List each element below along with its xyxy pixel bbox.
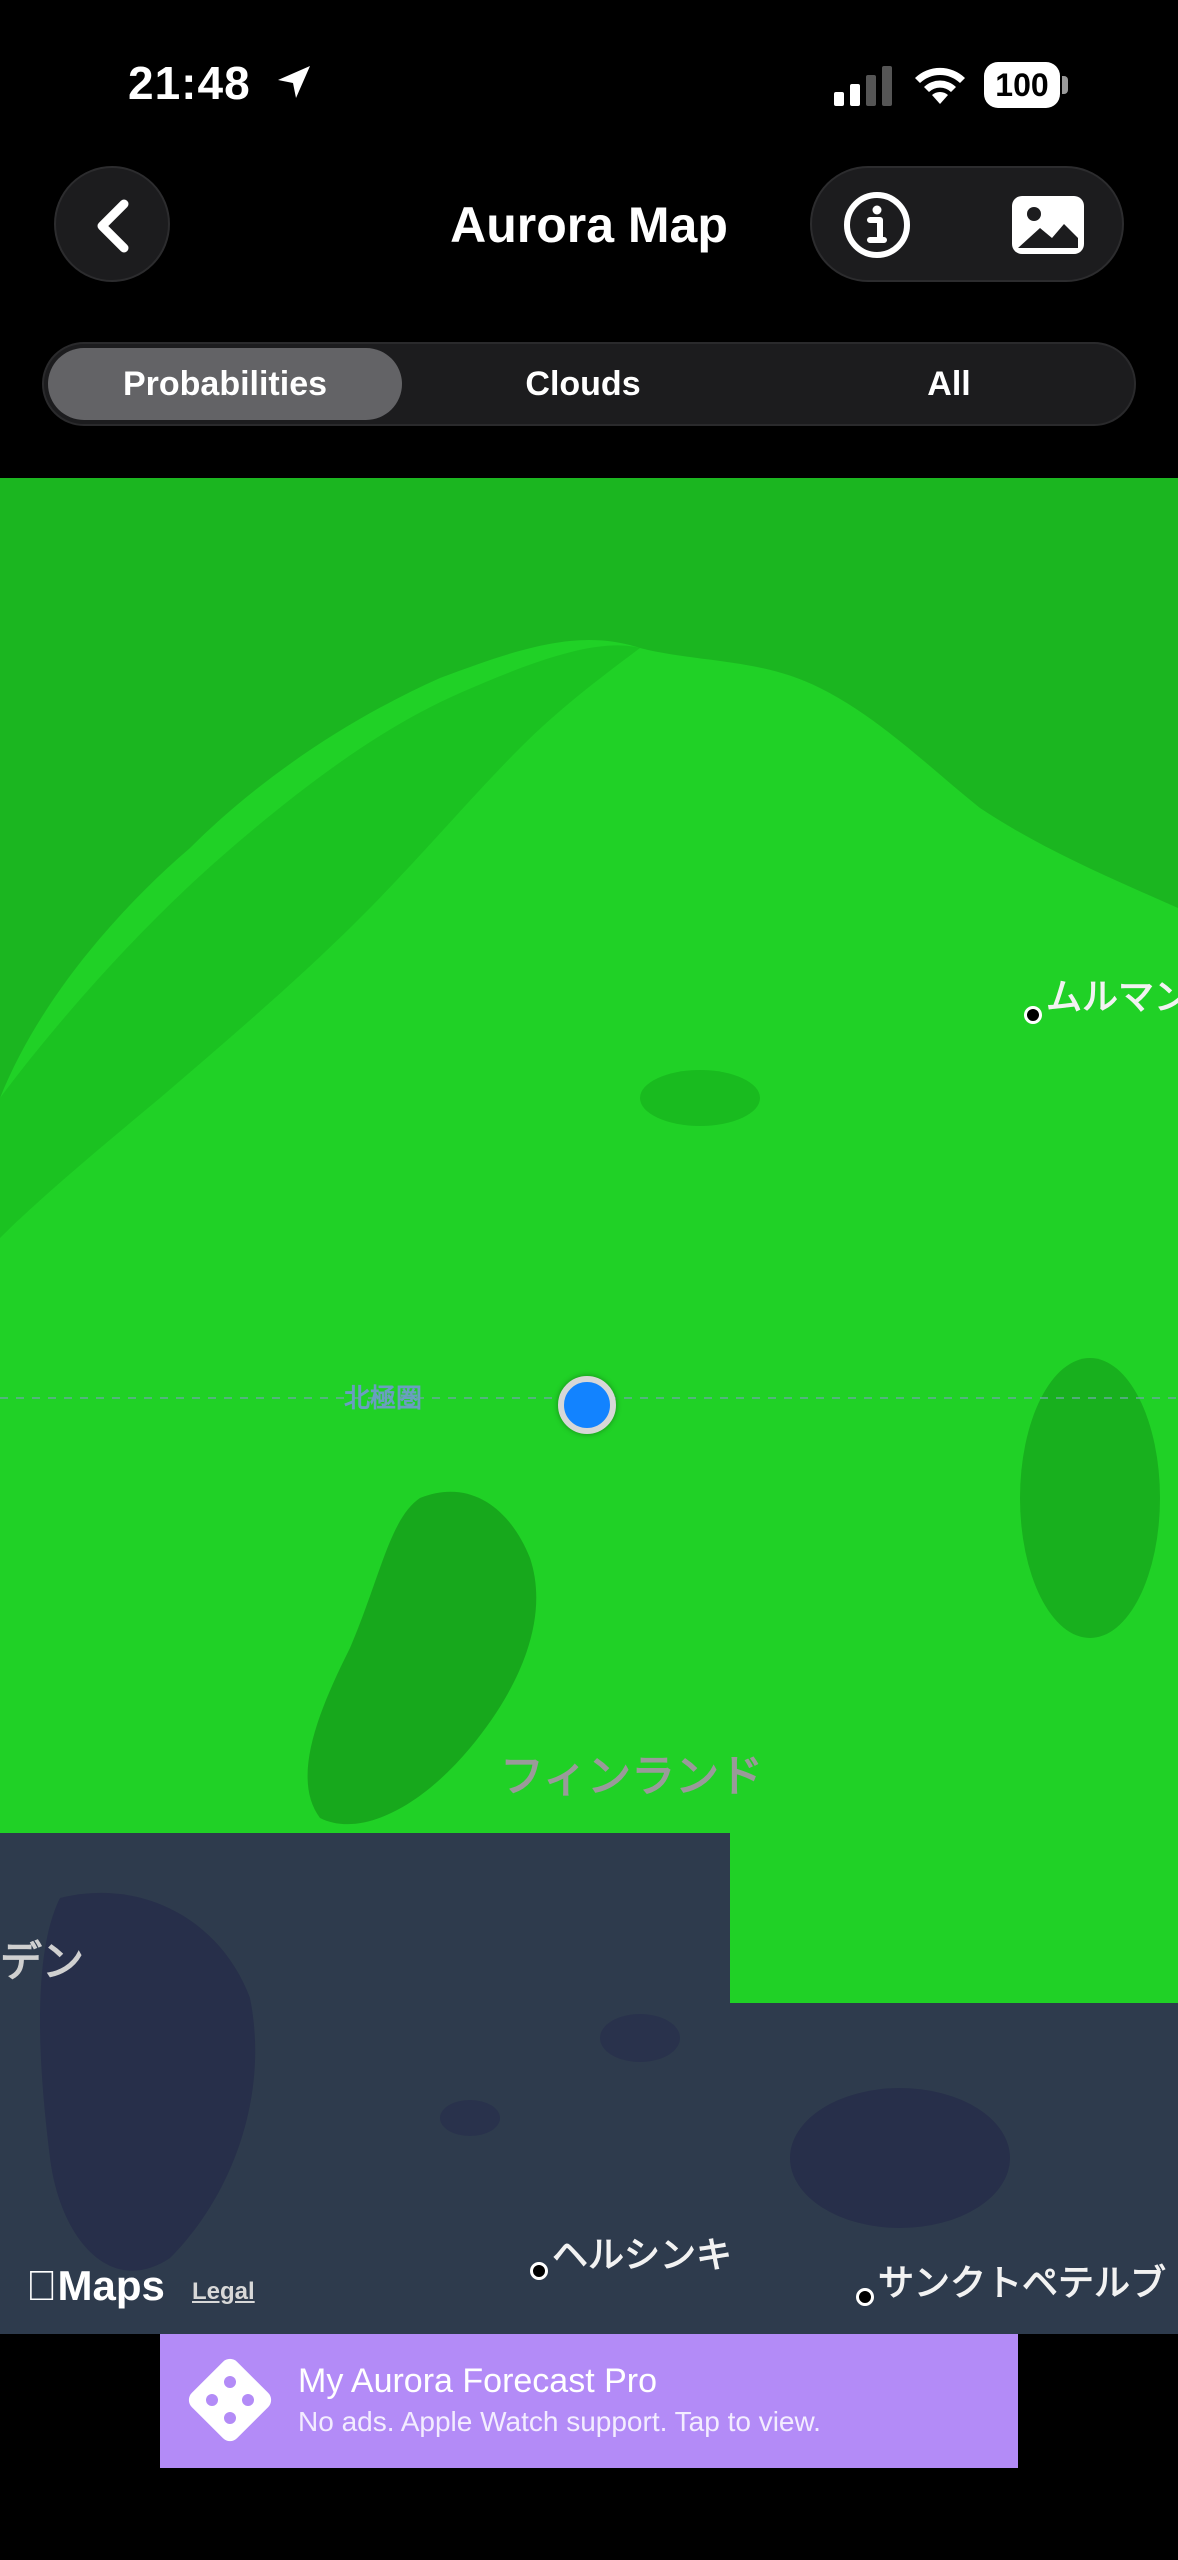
segment-clouds[interactable]: Clouds [406, 348, 760, 420]
dice-icon [188, 2358, 272, 2442]
segmented-control: Probabilities Clouds All [42, 342, 1136, 426]
battery-level: 100 [984, 62, 1060, 108]
country-label-finland: フィンランド [500, 1752, 764, 1801]
city-dot-st-petersburg [856, 2288, 874, 2306]
ad-subtitle: No ads. Apple Watch support. Tap to view… [298, 2406, 821, 2437]
status-bar: 21:48 100 [0, 0, 1178, 160]
city-label-helsinki: ヘルシンキ [552, 2234, 733, 2275]
city-dot-murmansk [1024, 1006, 1042, 1024]
city-label-murmansk: ムルマン [1046, 976, 1178, 1017]
apple-logo-icon:  [26, 2262, 58, 2309]
pro-upgrade-banner[interactable]: My Aurora Forecast Pro No ads. Apple Wat… [160, 2334, 1018, 2468]
status-time: 21:48 [128, 57, 251, 109]
user-location-dot[interactable] [558, 1376, 616, 1434]
city-label-st-petersburg: サンクトペテルブ [878, 2262, 1167, 2303]
info-icon[interactable] [842, 190, 912, 260]
city-dot-helsinki [530, 2262, 548, 2280]
segment-probabilities[interactable]: Probabilities [48, 348, 402, 420]
ad-title: My Aurora Forecast Pro [298, 2362, 658, 2400]
header-actions [810, 166, 1124, 282]
segment-all[interactable]: All [772, 348, 1126, 420]
legal-link[interactable]: Legal [192, 2278, 255, 2306]
cellular-signal-icon [834, 66, 892, 106]
arctic-circle-label: 北極圏 [344, 1383, 423, 1413]
aurora-map[interactable]: 北極圏 フィンランド ムルマン デン ヘルシンキ サンクトペテルブ Maps … [0, 478, 1178, 2334]
apple-maps-logo: Maps [26, 2262, 165, 2309]
battery-icon: 100 [984, 62, 1070, 108]
photo-icon[interactable] [1008, 190, 1088, 260]
country-label-sweden: デン [0, 1938, 85, 1985]
location-arrow-icon [278, 66, 310, 98]
wifi-icon [915, 67, 965, 104]
